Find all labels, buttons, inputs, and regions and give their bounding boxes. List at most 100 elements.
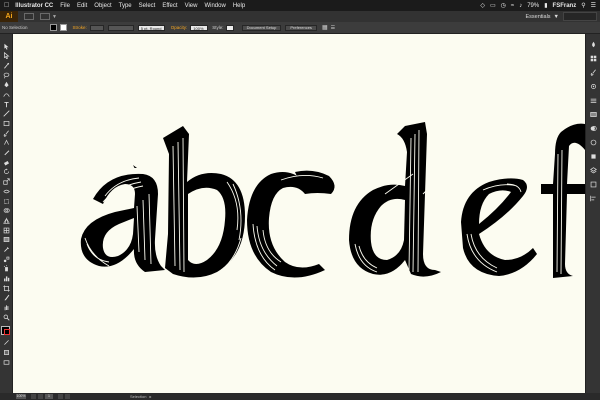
- gradient-panel-icon[interactable]: [589, 110, 598, 119]
- artboard-number[interactable]: 1: [45, 394, 53, 399]
- slice-tool-icon[interactable]: [2, 294, 10, 302]
- notification-center-icon[interactable]: ☰: [591, 2, 596, 9]
- screen-mode-icon[interactable]: [2, 358, 10, 366]
- stroke-panel-icon[interactable]: [589, 96, 598, 105]
- calligraphy-artwork[interactable]: [13, 34, 585, 393]
- artboard-tool-icon[interactable]: [2, 284, 10, 292]
- menu-object[interactable]: Object: [94, 3, 111, 9]
- zoom-level[interactable]: 100%: [16, 394, 26, 399]
- pen-tool-icon[interactable]: [2, 81, 10, 89]
- brushes-panel-icon[interactable]: [589, 68, 598, 77]
- app-menu[interactable]: Illustrator CC: [15, 3, 53, 9]
- stroke-color-icon[interactable]: [4, 328, 10, 335]
- opacity-field[interactable]: 100%: [190, 24, 209, 31]
- menu-effect[interactable]: Effect: [162, 3, 177, 9]
- user-name[interactable]: FSFranz: [553, 3, 577, 9]
- shape-builder-tool-icon[interactable]: [2, 207, 10, 215]
- mesh-tool-icon[interactable]: [2, 226, 10, 234]
- graphic-style-swatch[interactable]: [225, 24, 234, 31]
- swatches-panel-icon[interactable]: [589, 54, 598, 63]
- letter-b: [163, 126, 245, 278]
- eyedropper-tool-icon[interactable]: [2, 245, 10, 253]
- rotate-tool-icon[interactable]: [2, 168, 10, 176]
- curvature-tool-icon[interactable]: [2, 90, 10, 98]
- layers-panel-icon[interactable]: [589, 166, 598, 175]
- dropbox-icon[interactable]: ◇: [480, 2, 485, 9]
- menu-window[interactable]: Window: [204, 3, 225, 9]
- panel-menu-icon[interactable]: ☰: [331, 25, 335, 31]
- chevron-right-icon[interactable]: ▸: [149, 394, 151, 399]
- gradient-tool-icon[interactable]: [2, 236, 10, 244]
- last-artboard-button[interactable]: [65, 394, 70, 399]
- symbols-panel-icon[interactable]: [589, 82, 598, 91]
- wifi-icon[interactable]: ≈: [511, 3, 514, 9]
- next-artboard-button[interactable]: [58, 394, 63, 399]
- stroke-weight-field[interactable]: [89, 24, 104, 31]
- width-tool-icon[interactable]: [2, 187, 10, 195]
- hand-tool-icon[interactable]: [2, 304, 10, 312]
- blend-tool-icon[interactable]: [2, 255, 10, 263]
- battery-percent[interactable]: 79%: [527, 3, 539, 9]
- transparency-panel-icon[interactable]: [589, 124, 598, 133]
- spotlight-icon[interactable]: ⚲: [581, 2, 585, 9]
- eraser-tool-icon[interactable]: [2, 158, 10, 166]
- preferences-button[interactable]: Preferences: [285, 24, 317, 31]
- menu-view[interactable]: View: [185, 3, 198, 9]
- chevron-down-icon[interactable]: ▼: [52, 14, 57, 20]
- selection-tool-icon[interactable]: [2, 42, 10, 50]
- time-machine-icon[interactable]: ◷: [501, 2, 506, 9]
- artboard-canvas[interactable]: [13, 34, 585, 393]
- free-transform-tool-icon[interactable]: [2, 197, 10, 205]
- align-panel-icon[interactable]: [589, 194, 598, 203]
- shaper-tool-icon[interactable]: [2, 139, 10, 147]
- symbol-sprayer-tool-icon[interactable]: [2, 265, 10, 273]
- battery-icon[interactable]: ▮: [544, 2, 547, 9]
- stroke-swatch[interactable]: [59, 24, 67, 31]
- airplay-icon[interactable]: ▭: [490, 2, 496, 9]
- magic-wand-tool-icon[interactable]: [2, 61, 10, 69]
- brush-definition-select[interactable]: 5 pt. Round: [137, 24, 165, 31]
- menu-edit[interactable]: Edit: [77, 3, 87, 9]
- rectangle-tool-icon[interactable]: [2, 120, 10, 128]
- apple-icon[interactable]: : [4, 2, 9, 9]
- column-graph-tool-icon[interactable]: [2, 275, 10, 283]
- chevron-down-icon[interactable]: ▼: [554, 14, 559, 20]
- current-tool-status: Selection: [130, 394, 147, 399]
- drawing-mode-icon[interactable]: [2, 349, 10, 357]
- lasso-tool-icon[interactable]: [2, 71, 10, 79]
- application-bar: Ai ▼ Essentials ▼: [0, 11, 600, 22]
- line-segment-tool-icon[interactable]: [2, 110, 10, 118]
- perspective-grid-tool-icon[interactable]: [2, 216, 10, 224]
- menu-select[interactable]: Select: [139, 3, 156, 9]
- workspace-name[interactable]: Essentials: [525, 14, 550, 20]
- arrange-documents-button[interactable]: [40, 13, 50, 20]
- search-input[interactable]: [563, 12, 597, 21]
- menu-help[interactable]: Help: [233, 3, 245, 9]
- illustrator-logo: Ai: [0, 11, 18, 22]
- stroke-label[interactable]: Stroke:: [73, 25, 87, 30]
- zoom-tool-icon[interactable]: [2, 313, 10, 321]
- volume-icon[interactable]: ♪: [519, 3, 522, 9]
- appearance-panel-icon[interactable]: [589, 138, 598, 147]
- paintbrush-tool-icon[interactable]: [2, 129, 10, 137]
- previous-artboard-button[interactable]: [38, 394, 43, 399]
- first-artboard-button[interactable]: [31, 394, 36, 399]
- direct-selection-tool-icon[interactable]: [2, 52, 10, 60]
- workspace-switcher[interactable]: Essentials ▼: [525, 14, 559, 20]
- type-tool-icon[interactable]: [2, 100, 10, 108]
- fill-stroke-swatches[interactable]: [1, 325, 11, 336]
- menu-file[interactable]: File: [60, 3, 70, 9]
- graphic-styles-panel-icon[interactable]: [589, 152, 598, 161]
- artboards-panel-icon[interactable]: [589, 180, 598, 189]
- fill-swatch[interactable]: [49, 24, 57, 31]
- opacity-label[interactable]: Opacity:: [171, 25, 188, 30]
- align-icon[interactable]: ▦: [322, 24, 328, 31]
- color-panel-icon[interactable]: [589, 40, 598, 49]
- variable-width-profile[interactable]: [107, 24, 134, 31]
- swap-fill-stroke-icon[interactable]: [2, 339, 10, 347]
- scale-tool-icon[interactable]: [2, 178, 10, 186]
- menu-type[interactable]: Type: [119, 3, 132, 9]
- bridge-button[interactable]: [24, 13, 34, 20]
- pencil-tool-icon[interactable]: [2, 149, 10, 157]
- document-setup-button[interactable]: Document Setup: [241, 24, 282, 31]
